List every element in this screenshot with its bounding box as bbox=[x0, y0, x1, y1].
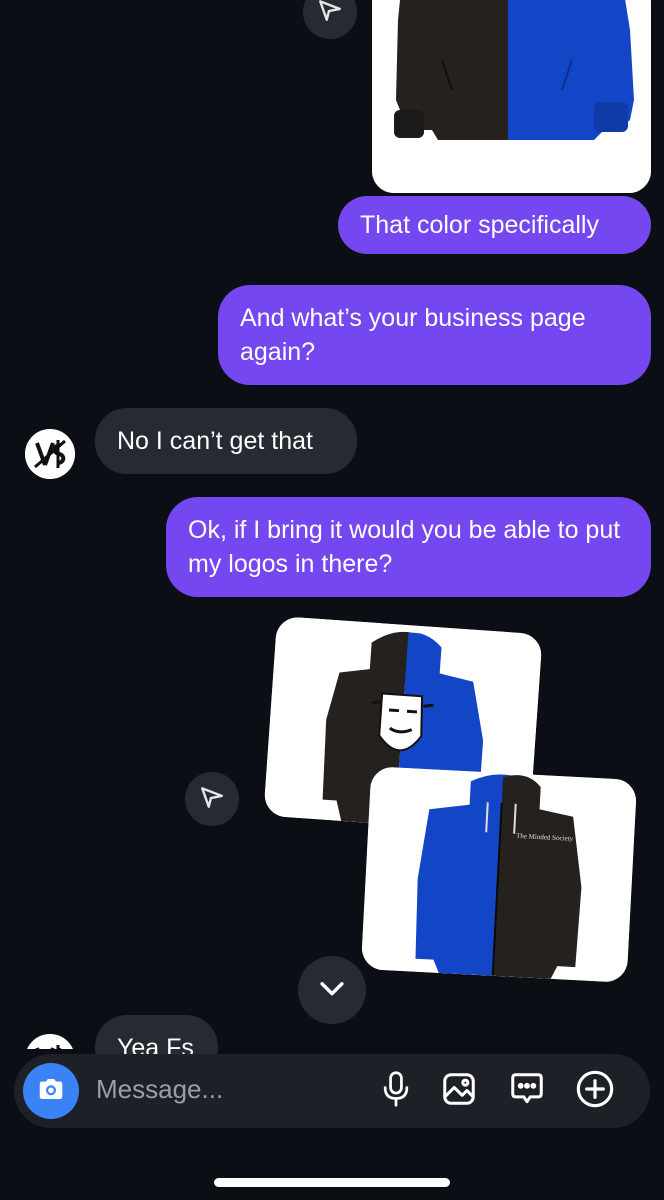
message-text: And what’s your business page again? bbox=[240, 304, 586, 366]
message-outgoing[interactable]: And what’s your business page again? bbox=[218, 285, 651, 385]
brand-logo-icon bbox=[25, 429, 75, 479]
microphone-icon bbox=[379, 1070, 413, 1113]
send-arrow-icon bbox=[199, 784, 225, 815]
chevron-down-icon bbox=[315, 971, 349, 1010]
share-button-top[interactable] bbox=[303, 0, 357, 39]
hoodie-photo-top[interactable] bbox=[372, 0, 651, 193]
message-incoming[interactable]: No I can’t get that bbox=[95, 408, 357, 474]
avatar[interactable] bbox=[25, 429, 75, 479]
camera-icon bbox=[36, 1074, 66, 1109]
message-text: No I can’t get that bbox=[117, 427, 313, 455]
message-text: That color specifically bbox=[360, 211, 599, 239]
camera-button[interactable] bbox=[23, 1063, 79, 1119]
message-outgoing[interactable]: That color specifically bbox=[338, 196, 651, 254]
send-arrow-icon bbox=[317, 0, 343, 28]
message-composer: Message... bbox=[14, 1054, 650, 1128]
gallery-button[interactable] bbox=[439, 1071, 479, 1111]
microphone-button[interactable] bbox=[376, 1070, 416, 1113]
message-input[interactable]: Message... bbox=[96, 1074, 223, 1105]
chat-bubble-icon bbox=[508, 1070, 546, 1113]
scroll-to-bottom-button[interactable] bbox=[298, 956, 366, 1024]
share-button[interactable] bbox=[185, 772, 239, 826]
home-indicator[interactable] bbox=[214, 1178, 450, 1187]
message-text: Ok, if I bring it would you be able to p… bbox=[188, 516, 621, 578]
message-outgoing[interactable]: Ok, if I bring it would you be able to p… bbox=[166, 497, 651, 597]
hoodie-photo-front[interactable]: The Minded Society bbox=[360, 766, 638, 983]
sticker-button[interactable] bbox=[507, 1071, 547, 1111]
add-button[interactable] bbox=[575, 1069, 615, 1114]
plus-circle-icon bbox=[575, 1069, 615, 1114]
gallery-icon bbox=[440, 1070, 478, 1113]
